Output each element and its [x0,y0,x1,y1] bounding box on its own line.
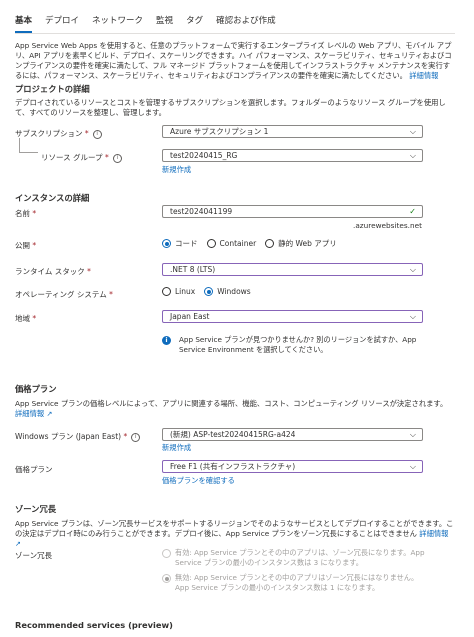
tab-review-create[interactable]: 確認および作成 [216,14,276,33]
pricing-description: App Service プランの価格レベルによって、アプリに関連する場所、機能、… [15,399,448,418]
pricing-heading: 価格プラン [15,384,57,394]
domain-suffix: .azurewebsites.net [353,221,422,230]
info-icon[interactable]: i [131,432,141,442]
tab-divider [15,33,455,34]
create-resource-group-link[interactable]: 新規作成 [162,165,191,175]
radio-selected-icon [204,287,214,296]
tab-bar: 基本 デプロイ ネットワーク 監視 タグ 確認および作成 [15,14,289,33]
tab-deploy[interactable]: デプロイ [45,14,79,33]
chevron-down-icon: ⌵ [409,312,416,321]
tier-select[interactable]: Free F1 (共有インフラストラクチャ) ⌵ [162,460,423,473]
zone-heading: ゾーン冗長 [15,504,57,514]
checkmark-icon: ✓ [409,207,416,216]
external-link-icon: ↗ [15,540,21,548]
publish-option-code[interactable]: コード [162,238,198,249]
radio-icon [162,549,171,558]
os-option-linux[interactable]: Linux [162,287,195,296]
info-icon[interactable]: i [92,129,102,139]
radio-icon [206,239,216,248]
zone-learn-more-link[interactable]: 詳細情報 [419,529,448,538]
chevron-down-icon: ⌵ [409,127,416,136]
region-label: 地域 * [15,314,37,323]
chevron-down-icon: ⌵ [409,462,416,471]
region-select[interactable]: Japan East ⌵ [162,310,423,323]
runtime-label: ランタイム スタック * [15,267,91,276]
project-heading: プロジェクトの詳細 [15,84,90,94]
tab-network[interactable]: ネットワーク [92,14,143,33]
pricing-learn-more-link[interactable]: 詳細情報 [15,409,44,418]
intro-text: App Service Web Apps を使用すると、任意のプラットフォームで… [15,41,455,81]
instance-heading: インスタンスの詳細 [15,193,90,203]
zone-option-enabled[interactable]: 有効: App Service プランとその中のアプリは、ゾーン冗長になります。… [162,548,432,568]
publish-label: 公開 * [15,241,37,250]
radio-selected-icon [162,574,171,583]
recommended-heading: Recommended services (preview) [15,620,173,630]
zone-description: App Service プランは、ゾーン冗長サービスをサポートするリージョンでそ… [15,519,454,548]
radio-selected-icon [162,239,171,248]
publish-option-container[interactable]: Container [206,239,256,248]
tier-label: 価格プラン [15,465,53,474]
zone-option-disabled[interactable]: 無効: App Service プランとその中のアプリはゾーン冗長にはなりません… [162,573,432,593]
tab-tags[interactable]: タグ [186,14,203,33]
resource-group-select[interactable]: test20240415_RG ⌵ [162,149,423,162]
project-description: デプロイされているリソースとコストを管理するサブスクリプションを選択します。フォ… [15,98,446,117]
zone-label: ゾーン冗長 [15,551,53,560]
tab-monitor[interactable]: 監視 [156,14,173,33]
publish-radio-group: コード Container 静的 Web アプリ [162,238,346,249]
publish-option-static[interactable]: 静的 Web アプリ [265,238,337,249]
plan-label: Windows プラン (Japan East) * i [15,431,141,442]
chevron-down-icon: ⌵ [409,265,416,274]
name-label: 名前 * [15,209,37,218]
runtime-select[interactable]: .NET 8 (LTS) ⌵ [162,263,423,276]
region-info-message: i App Service プランが見つかりませんか? 別のリージョンを試すか、… [162,335,432,355]
tree-connector [19,138,38,153]
radio-icon [162,287,171,296]
info-icon[interactable]: i [112,153,122,163]
region-info-text: App Service プランが見つかりませんか? 別のリージョンを試すか、Ap… [179,335,417,354]
name-input[interactable]: test2024041199 ✓ [162,205,423,218]
explore-pricing-link[interactable]: 価格プランを確認する [162,476,235,486]
subscription-select[interactable]: Azure サブスクリプション 1 ⌵ [162,125,423,138]
chevron-down-icon: ⌵ [409,151,416,160]
os-label: オペレーティング システム * [15,290,113,299]
os-option-windows[interactable]: Windows [204,287,251,296]
create-plan-link[interactable]: 新規作成 [162,443,191,453]
intro-description: App Service Web Apps を使用すると、任意のプラットフォームで… [15,41,452,80]
tab-basics[interactable]: 基本 [15,14,33,33]
info-filled-icon: i [162,336,171,345]
os-radio-group: Linux Windows [162,287,260,296]
intro-learn-more-link[interactable]: 詳細情報 [409,71,438,80]
chevron-down-icon: ⌵ [409,430,416,439]
plan-select[interactable]: (新規) ASP-test20240415RG-a424 ⌵ [162,428,423,441]
radio-icon [265,239,275,248]
external-link-icon: ↗ [46,410,53,418]
resource-group-label: リソース グループ * i [41,152,122,163]
